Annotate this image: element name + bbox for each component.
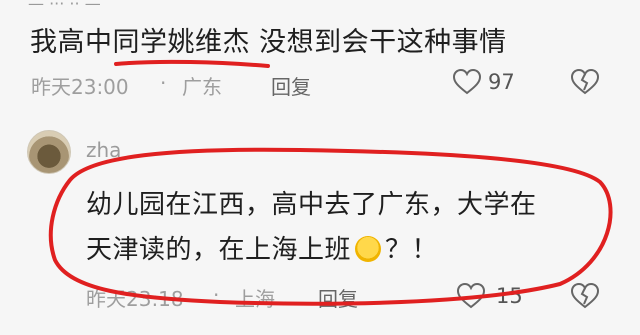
reply-button[interactable]: 回复 bbox=[271, 71, 311, 100]
comment-location: 广东 bbox=[182, 75, 222, 99]
like-count: 97 bbox=[488, 70, 515, 94]
comment-text-line2: 天津读的，在上海上班 ？！ bbox=[86, 229, 438, 266]
comment-text: 我高中同学姚维杰 没想到会干这种事情 bbox=[30, 27, 507, 58]
comment-location: 上海 bbox=[235, 287, 275, 311]
laughing-crying-emoji-icon bbox=[355, 236, 382, 262]
comment-text-line1: 幼儿园在江西，高中去了广东，大学在 bbox=[86, 190, 537, 220]
like-count: 15 bbox=[496, 284, 523, 308]
red-underline-annotation bbox=[114, 59, 270, 68]
heart-outline-icon[interactable] bbox=[456, 282, 486, 310]
heart-outline-icon[interactable] bbox=[452, 68, 482, 96]
meta-separator: · bbox=[160, 71, 167, 95]
broken-heart-icon[interactable] bbox=[570, 282, 600, 310]
comment-text-line2-after: ？！ bbox=[385, 235, 439, 265]
previous-comment-cut-text: — ··· ·· — bbox=[28, 0, 101, 13]
comment-time: 昨天23:00 bbox=[31, 75, 129, 99]
broken-heart-icon[interactable] bbox=[570, 68, 600, 96]
comment-time: 昨天23:18 bbox=[86, 287, 184, 311]
meta-separator: · bbox=[213, 283, 220, 307]
avatar[interactable] bbox=[27, 130, 71, 174]
username[interactable]: zha bbox=[86, 138, 121, 162]
reply-button[interactable]: 回复 bbox=[318, 283, 358, 312]
red-ellipse-annotation bbox=[48, 147, 613, 306]
comment-text-line2-before: 天津读的，在上海上班 bbox=[86, 235, 352, 265]
